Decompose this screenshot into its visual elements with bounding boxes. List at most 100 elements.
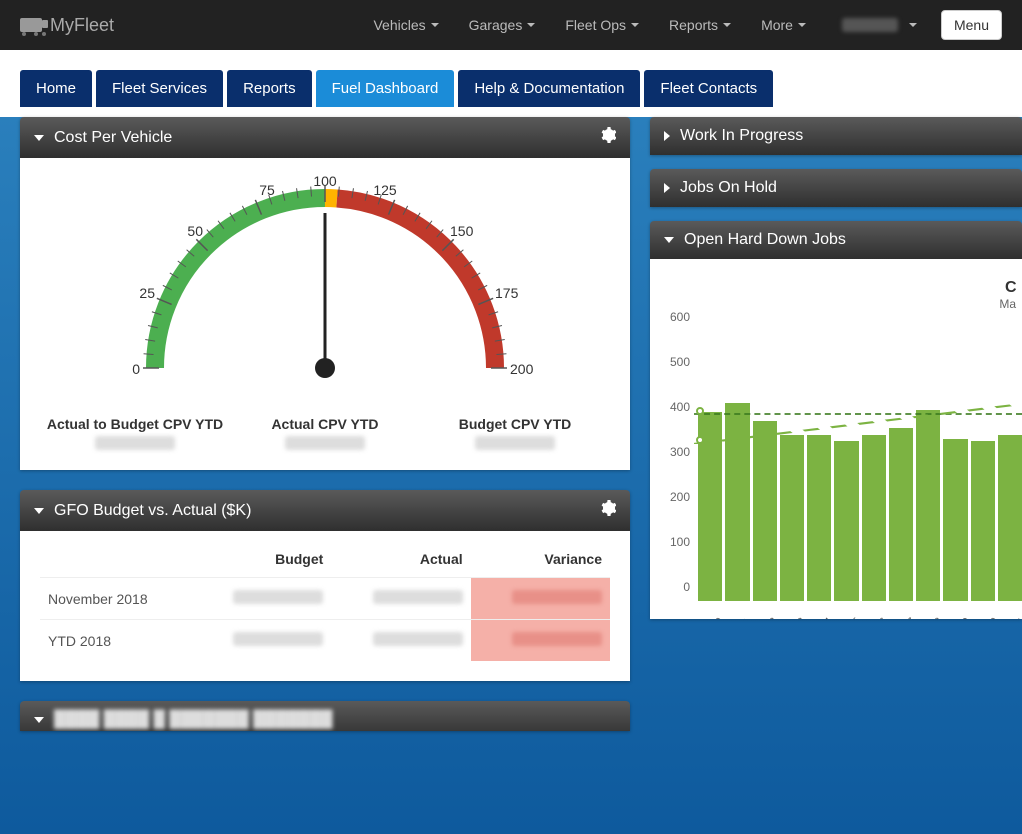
panel-title: Open Hard Down Jobs [684, 231, 846, 249]
bar [943, 439, 967, 601]
table-row: YTD 2018 [40, 620, 610, 662]
panel-cost-per-vehicle: Cost Per Vehicle [20, 117, 630, 470]
brand-text: MyFleet [50, 15, 114, 36]
tab-fleet-services[interactable]: Fleet Services [96, 70, 223, 107]
value-redacted [475, 436, 555, 450]
gauge-col-2: Actual CPV YTD [230, 416, 420, 450]
panel-cutoff: ████ ████ █ ███████ ███████ [20, 701, 630, 731]
row-label: November 2018 [40, 578, 192, 620]
gauge-col-1: Actual to Budget CPV YTD [40, 416, 230, 450]
bar [753, 421, 777, 601]
topnav-links: Vehicles Garages Fleet Ops Reports More [359, 3, 931, 47]
collapse-icon [34, 508, 44, 514]
gear-icon[interactable] [600, 127, 616, 148]
panel-title: Work In Progress [680, 127, 803, 145]
tab-contacts[interactable]: Fleet Contacts [644, 70, 773, 107]
bar [971, 441, 995, 601]
table-row: November 2018 [40, 578, 610, 620]
panel-header-wip[interactable]: Work In Progress [650, 117, 1022, 155]
col-budget: Budget [192, 541, 331, 578]
bars [698, 331, 1022, 601]
collapse-icon [664, 237, 674, 243]
panel-header-gfo[interactable]: GFO Budget vs. Actual ($K) [20, 490, 630, 531]
caret-down-icon [527, 23, 535, 27]
svg-text:175: 175 [495, 285, 519, 301]
panel-header-cutoff[interactable]: ████ ████ █ ███████ ███████ [20, 701, 630, 731]
caret-down-icon [723, 23, 731, 27]
col-variance: Variance [471, 541, 610, 578]
marker-icon [696, 407, 704, 415]
bar [807, 435, 831, 602]
expand-icon [664, 183, 670, 193]
bar [862, 435, 886, 602]
gear-icon[interactable] [600, 500, 616, 521]
cell-variance [471, 620, 610, 662]
panel-title: Cost Per Vehicle [54, 129, 172, 147]
bar [998, 435, 1022, 602]
nav-reports[interactable]: Reports [655, 3, 745, 47]
collapse-icon [34, 717, 44, 723]
cell-variance [471, 578, 610, 620]
panel-jobs-on-hold: Jobs On Hold [650, 169, 1022, 207]
value-redacted [95, 436, 175, 450]
truck-icon [20, 18, 42, 32]
gauge-needle [315, 213, 335, 378]
panel-header-open[interactable]: Open Hard Down Jobs [650, 221, 1022, 259]
bar [780, 435, 804, 602]
y-axis: 0 100 200 300 400 500 600 [660, 331, 694, 601]
svg-text:125: 125 [373, 182, 397, 198]
svg-text:75: 75 [259, 182, 275, 198]
caret-down-icon [631, 23, 639, 27]
menu-button[interactable]: Menu [941, 10, 1002, 40]
col-actual: Actual [331, 541, 470, 578]
panel-title: GFO Budget vs. Actual ($K) [54, 502, 251, 520]
cell-actual [331, 578, 470, 620]
tab-help[interactable]: Help & Documentation [458, 70, 640, 107]
panel-work-in-progress: Work In Progress [650, 117, 1022, 155]
chart-legend: Open [660, 601, 1022, 619]
tab-fuel-dashboard[interactable]: Fuel Dashboard [316, 70, 455, 107]
brand[interactable]: MyFleet [20, 15, 114, 36]
nav-fleetops[interactable]: Fleet Ops [551, 3, 653, 47]
cell-budget [192, 620, 331, 662]
top-navbar: MyFleet Vehicles Garages Fleet Ops Repor… [0, 0, 1022, 50]
caret-down-icon [909, 23, 917, 27]
panel-header-hold[interactable]: Jobs On Hold [650, 169, 1022, 207]
chart-title-partial: C [660, 279, 1022, 297]
bar-chart: C Ma 0 100 200 300 400 500 600 [660, 259, 1022, 619]
svg-text:0: 0 [132, 361, 140, 377]
bar [889, 428, 913, 601]
panel-gfo-budget: GFO Budget vs. Actual ($K) Budget Actual… [20, 490, 630, 681]
svg-text:25: 25 [139, 285, 155, 301]
nav-garages[interactable]: Garages [455, 3, 550, 47]
chart-subtitle-partial: Ma [660, 297, 1022, 311]
svg-text:200: 200 [510, 361, 534, 377]
budget-table: Budget Actual Variance November 2018 YTD… [40, 541, 610, 661]
cell-budget [192, 578, 331, 620]
col-blank [40, 541, 192, 578]
collapse-icon [34, 135, 44, 141]
panel-title: ████ ████ █ ███████ ███████ [54, 711, 333, 729]
trend-line [694, 404, 1022, 444]
caret-down-icon [431, 23, 439, 27]
tab-home[interactable]: Home [20, 70, 92, 107]
nav-vehicles[interactable]: Vehicles [359, 3, 452, 47]
row-label: YTD 2018 [40, 620, 192, 662]
svg-text:100: 100 [313, 173, 337, 189]
panel-title: Jobs On Hold [680, 179, 777, 197]
user-name-redacted [842, 18, 898, 32]
panel-header-cpv[interactable]: Cost Per Vehicle [20, 117, 630, 158]
caret-down-icon [798, 23, 806, 27]
cell-actual [331, 620, 470, 662]
svg-text:50: 50 [187, 223, 203, 239]
bar [834, 441, 858, 601]
gauge-col-3: Budget CPV YTD [420, 416, 610, 450]
svg-text:150: 150 [450, 223, 474, 239]
nav-more[interactable]: More [747, 3, 820, 47]
tab-reports[interactable]: Reports [227, 70, 312, 107]
panel-open-hard-down: Open Hard Down Jobs C Ma 0 100 200 300 4… [650, 221, 1022, 619]
nav-user[interactable] [822, 3, 931, 47]
value-redacted [285, 436, 365, 450]
gauge-chart: 0 25 50 75 100 125 150 175 200 [40, 168, 610, 408]
sub-navigation: Home Fleet Services Reports Fuel Dashboa… [0, 50, 1022, 117]
